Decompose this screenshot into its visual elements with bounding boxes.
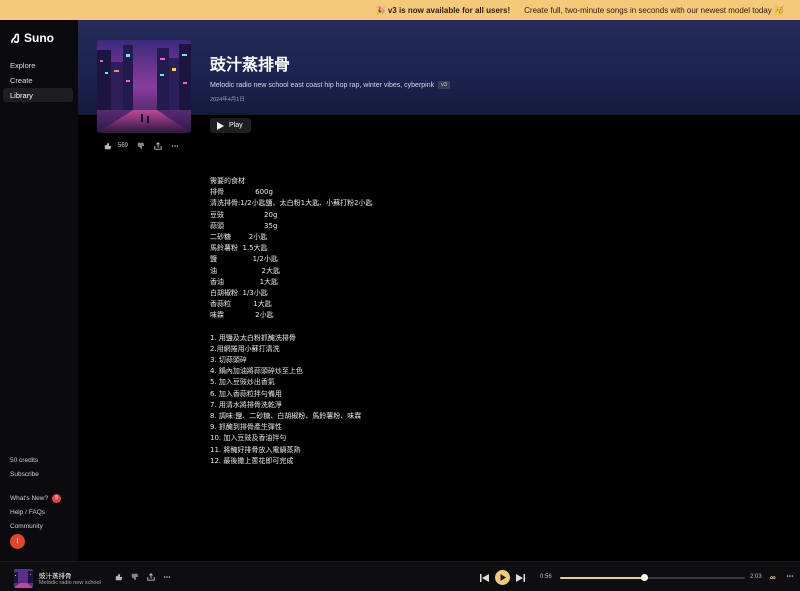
lyric-line: 8. 調味:鹽、二砂糖、白胡椒粉、馬鈴薯粉、味霖 (210, 411, 362, 420)
song-date: 2024年4月1日 (210, 97, 245, 103)
thumbs-up-icon[interactable] (115, 573, 123, 581)
lyric-line: 白胡椒粉 1/3小匙 (210, 288, 268, 297)
song-title: 豉汁蒸排骨 (210, 57, 291, 74)
nav-create[interactable]: Create (3, 73, 73, 87)
more-options-icon[interactable] (171, 142, 179, 150)
lyric-line: 5. 加入豆豉炒出香氣 (210, 378, 275, 387)
thumbs-down-icon[interactable] (137, 142, 145, 150)
lyric-line: 排骨 600g (210, 188, 273, 197)
sidebar: Suno Explore Create Library 50 credits S… (0, 20, 78, 561)
lyric-line: 9. 抓醃到排骨產生彈性 (210, 423, 282, 432)
lyric-line: 2.用網捲用小蘇打清洗 (210, 344, 280, 353)
banner-message: Create full, two-minute songs in seconds… (524, 5, 784, 15)
song-style-text[interactable]: Melodic radio new school east coast hip … (210, 82, 434, 89)
song-style-tags: Melodic radio new school east coast hip … (210, 81, 450, 89)
thumbs-up-icon (104, 142, 112, 150)
lyrics-block: 需要的食材排骨 600g 清洗排骨:1/2小匙鹽、太白粉1大匙、小蘇打粉2小匙 豆豉… (210, 176, 373, 467)
lyric-line: 鹽 1/2小匙 (210, 255, 278, 264)
lyric-line: 1. 用鹽及太白粉抓醃洗排骨 (210, 333, 296, 342)
lyric-line: 油 2大匙 (210, 266, 280, 275)
lyric-line: 蒜頭 35g (210, 221, 278, 230)
announcement-banner[interactable]: 🎉 v3 is now available for all users! Cre… (0, 0, 800, 20)
banner-headline: 🎉 v3 is now available for all users! (375, 5, 511, 15)
whats-new-link[interactable]: What's New? 5 (10, 494, 62, 503)
credits-count: 50 credits (10, 457, 39, 464)
lyric-line: 4. 鍋內加油將蒜頭碎炒至上色 (210, 367, 303, 376)
lyric-line: 12. 最後撒上蔥花即可完成 (210, 456, 294, 465)
player-actions (115, 573, 171, 581)
more-options-icon[interactable] (163, 573, 171, 581)
suno-logo-icon (11, 33, 20, 43)
nav-explore[interactable]: Explore (3, 58, 73, 72)
lyric-line: 味霖 2小匙 (210, 311, 274, 320)
lyric-line: 需要的食材 (210, 177, 245, 185)
player-song-subtitle: Melodic radio new school (39, 580, 101, 586)
lyric-line: 7. 用清水將排骨洗乾淨 (210, 400, 282, 409)
current-time: 0:56 (540, 574, 552, 580)
lyric-line: 3. 切蒜頭碎 (210, 356, 247, 364)
play-button-label: Play (229, 122, 243, 129)
lyric-line: 清洗排骨:1/2小匙鹽、太白粉1大匙、小蘇打粉2小匙 (210, 199, 373, 208)
skip-forward-icon[interactable] (516, 573, 525, 582)
whats-new-label: What's New? (10, 495, 49, 503)
like-count: 569 (118, 143, 129, 149)
lyric-line: 6. 加入香蒜粒拌勻備用 (210, 389, 282, 398)
skip-back-icon[interactable] (480, 573, 489, 582)
user-avatar[interactable]: I (10, 534, 25, 549)
community-link[interactable]: Community (10, 523, 43, 530)
cyberpunk-city-image (97, 40, 191, 133)
lyric-line: 豆豉 20g (210, 210, 278, 219)
player-song-title[interactable]: 豉汁蒸排骨 (39, 570, 72, 580)
lyric-line: 二砂糖 2小匙 (210, 232, 268, 241)
song-actions: 569 (104, 142, 179, 150)
nav-create-label: Create (10, 75, 33, 85)
play-icon (217, 121, 224, 130)
playback-controls (480, 570, 525, 585)
player-thumbnail[interactable] (14, 569, 33, 588)
progress-slider[interactable] (560, 574, 745, 581)
thumbs-down-icon[interactable] (131, 573, 139, 581)
help-link[interactable]: Help / FAQs (10, 509, 45, 516)
version-badge: v3 (438, 81, 450, 89)
share-icon[interactable] (154, 142, 162, 150)
player-cover-image (14, 569, 33, 588)
lyric-line: 馬鈴薯粉 1.5大匙 (210, 244, 268, 253)
play-icon (500, 574, 506, 581)
play-button[interactable]: Play (210, 118, 251, 133)
whats-new-badge: 5 (52, 494, 62, 503)
nav-explore-label: Explore (10, 60, 36, 70)
more-options-icon (786, 575, 794, 577)
nav-library-label: Library (10, 90, 33, 100)
total-time: 2:03 (750, 574, 762, 580)
progress-knob[interactable] (640, 574, 648, 581)
lyric-line: 香蒜粒 1大匙 (210, 300, 272, 309)
like-button[interactable]: 569 (104, 142, 128, 150)
nav-library[interactable]: Library (3, 88, 73, 102)
song-cover-art (97, 40, 191, 133)
logo-text: Suno (24, 31, 54, 45)
lyric-line: 11. 將醃好排骨放入電鍋蒸熟 (210, 445, 301, 454)
audio-player-bar: 豉汁蒸排骨 Melodic radio new school 0:56 2:03… (0, 561, 800, 591)
lyric-line: 10. 加入豆豉及香油拌勻 (210, 434, 287, 443)
lyric-line: 香油 1大匙 (210, 277, 279, 286)
share-icon[interactable] (147, 573, 155, 581)
song-detail-page: 豉汁蒸排骨 Melodic radio new school east coas… (78, 20, 800, 481)
player-play-button[interactable] (495, 570, 510, 585)
suno-logo[interactable]: Suno (10, 31, 54, 45)
subscribe-link[interactable]: Subscribe (10, 471, 39, 478)
lyric-line (210, 321, 373, 332)
player-more-options[interactable] (786, 572, 794, 580)
progress-fill (560, 577, 645, 579)
loop-icon[interactable]: ∞ (770, 573, 776, 582)
